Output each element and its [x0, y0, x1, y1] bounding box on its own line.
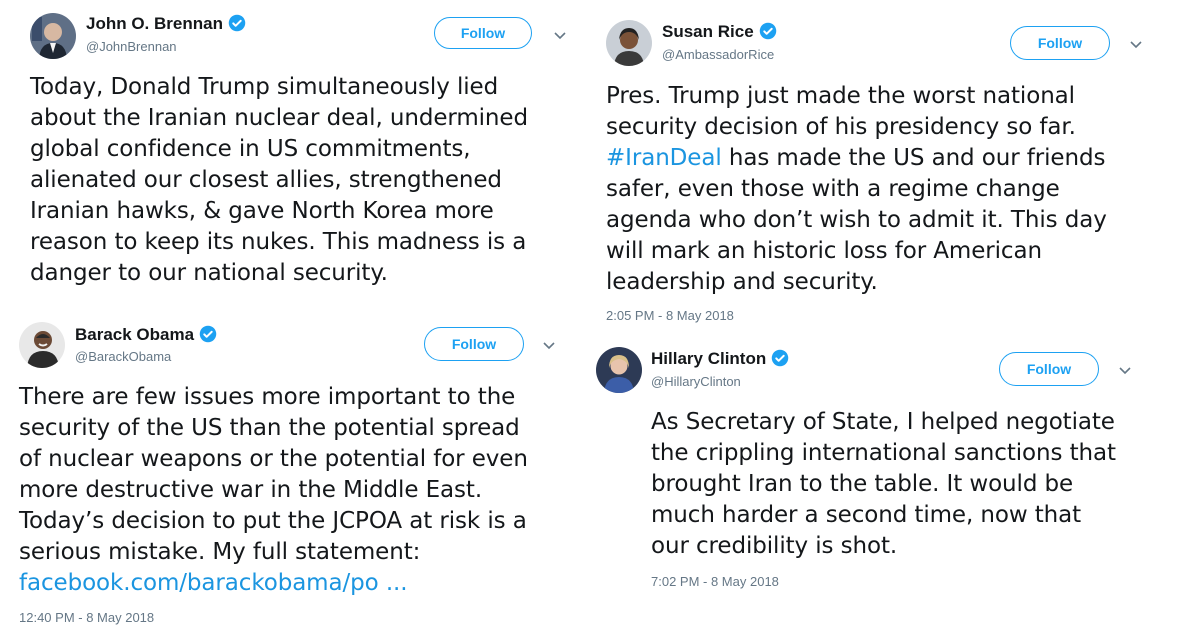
tweet-text-line: of nuclear weapons or the potential for … [19, 446, 528, 472]
verified-badge-icon [228, 14, 246, 37]
avatar[interactable] [596, 347, 642, 393]
verified-badge-icon [771, 349, 789, 372]
avatar[interactable] [606, 20, 652, 66]
verified-badge-icon [199, 325, 217, 348]
statement-link[interactable]: facebook.com/barackobama/po ... [19, 568, 528, 599]
tweet-text-line: As Secretary of State, I helped negotiat… [651, 409, 1115, 435]
tweet-text-line: will mark an historic loss for American [606, 238, 1042, 264]
tweet-text-line: security decision of his presidency so f… [606, 114, 1076, 140]
chevron-down-icon[interactable] [552, 27, 568, 43]
tweet-text: As Secretary of State, I helped negotiat… [651, 407, 1116, 562]
tweet-text-line: much harder a second time, now that [651, 502, 1082, 528]
tweet-text-line: alienated our closest allies, strengthen… [30, 167, 502, 193]
tweet-text-line: #IranDeal has made the US and our friend… [606, 145, 1106, 171]
tweet-rice: Susan Rice @AmbassadorRice Follow Pres. … [600, 0, 1200, 330]
hashtag-link[interactable]: #IranDeal [606, 145, 722, 171]
avatar[interactable] [30, 13, 76, 59]
tweet-text-line: leadership and security. [606, 269, 878, 295]
display-name[interactable]: Hillary Clinton [651, 349, 789, 372]
user-handle[interactable]: @AmbassadorRice [662, 47, 774, 62]
chevron-down-icon[interactable] [1117, 362, 1133, 378]
tweet-clinton: Hillary Clinton @HillaryClinton Follow A… [596, 335, 1200, 641]
tweet-text-line: danger to our national security. [30, 260, 388, 286]
tweet-brennan: John O. Brennan @JohnBrennan Follow Toda… [0, 0, 584, 310]
tweet-text-line: Iranian hawks, & gave North Korea more [30, 198, 494, 224]
follow-button[interactable]: Follow [999, 352, 1099, 386]
display-name[interactable]: Susan Rice [662, 22, 777, 45]
tweet-text-line: security of the US than the potential sp… [19, 415, 520, 441]
tweet-text-line: Pres. Trump just made the worst national [606, 83, 1075, 109]
tweet-text-line: our credibility is shot. [651, 533, 898, 559]
timestamp[interactable]: 7:02 PM - 8 May 2018 [651, 574, 779, 589]
avatar[interactable] [19, 322, 65, 368]
user-handle[interactable]: @BarackObama [75, 349, 171, 364]
follow-button[interactable]: Follow [434, 17, 532, 49]
user-handle[interactable]: @HillaryClinton [651, 374, 741, 389]
tweet-text-line: agenda who don’t wish to admit it. This … [606, 207, 1107, 233]
display-name[interactable]: Barack Obama [75, 325, 217, 348]
chevron-down-icon[interactable] [541, 337, 557, 353]
divider [584, 0, 600, 641]
verified-badge-icon [759, 22, 777, 45]
tweet-text: Pres. Trump just made the worst national… [606, 81, 1107, 298]
tweet-text-line: the crippling international sanctions th… [651, 440, 1116, 466]
tweet-text-line: global confidence in US commitments, [30, 136, 471, 162]
tweet-text-line: safer, even those with a regime change [606, 176, 1060, 202]
tweet-text-line: brought Iran to the table. It would be [651, 471, 1074, 497]
timestamp[interactable]: 2:05 PM - 8 May 2018 [606, 308, 734, 323]
tweet-obama: Barack Obama @BarackObama Follow There a… [0, 314, 584, 641]
tweet-text-line: about the Iranian nuclear deal, undermin… [30, 105, 528, 131]
tweet-text-line: Today’s decision to put the JCPOA at ris… [19, 508, 527, 534]
follow-button[interactable]: Follow [424, 327, 524, 361]
tweet-text-line: serious mistake. My full statement: [19, 539, 421, 565]
tweet-text: There are few issues more important to t… [19, 382, 528, 599]
user-handle[interactable]: @JohnBrennan [86, 39, 177, 54]
tweet-text: Today, Donald Trump simultaneously lied … [30, 72, 528, 289]
tweet-text-line: There are few issues more important to t… [19, 384, 516, 410]
display-name[interactable]: John O. Brennan [86, 14, 246, 37]
follow-button[interactable]: Follow [1010, 26, 1110, 60]
tweet-text-line: Today, Donald Trump simultaneously lied [30, 74, 499, 100]
timestamp[interactable]: 12:40 PM - 8 May 2018 [19, 610, 154, 625]
tweet-text-line: reason to keep its nukes. This madness i… [30, 229, 527, 255]
chevron-down-icon[interactable] [1128, 36, 1144, 52]
tweet-text-line: more destructive war in the Middle East. [19, 477, 483, 503]
